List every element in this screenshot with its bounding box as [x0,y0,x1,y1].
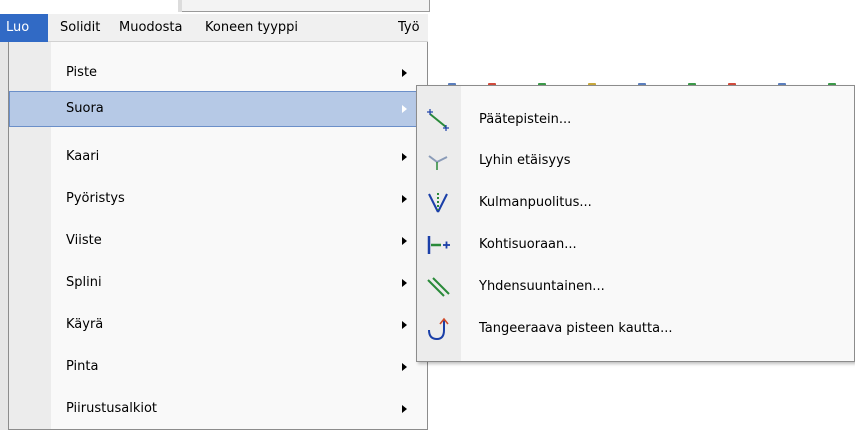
submenu-item-label: Tangeeraava pisteen kautta... [479,321,673,336]
background-divider [178,0,182,12]
shortest-distance-icon [425,148,451,174]
menu-bar: Luo Solidit Muodosta Koneen tyyppi Työ [0,14,428,42]
tangent-through-point-icon [425,316,451,342]
background-left-edge [0,42,8,430]
menu-item-pinta[interactable]: Pinta [9,349,427,385]
submenu-arrow-icon [402,153,407,161]
menu-koneen-tyyppi[interactable]: Koneen tyyppi [205,14,298,42]
submenu-item-label: Kulmanpuolitus... [479,195,592,210]
submenu-item-label: Yhdensuuntainen... [479,279,605,294]
menu-solidit[interactable]: Solidit [60,14,100,42]
submenu-item-label: Lyhin etäisyys [479,153,571,168]
menu-item-label: Piirustusalkiot [66,401,158,416]
menu-item-label: Suora [66,101,104,116]
menu-item-splini[interactable]: Splini [9,265,427,301]
background-toolbar-fragment [178,0,430,12]
perpendicular-line-icon [425,232,451,258]
submenu-arrow-icon [402,363,407,371]
menu-item-label: Käyrä [66,317,104,332]
submenu-arrow-icon [402,321,407,329]
menu-item-label: Kaari [66,149,100,164]
submenu-item-kulmanpuolitus[interactable]: Kulmanpuolitus... [417,181,854,225]
menu-item-pyoristys[interactable]: Pyöristys [9,181,427,217]
menu-item-label: Splini [66,275,102,290]
menu-item-kayra[interactable]: Käyrä [9,307,427,343]
submenu-arrow-icon [402,279,407,287]
menu-luo[interactable]: Luo [0,14,48,42]
submenu-item-tangeeraava[interactable]: Tangeeraava pisteen kautta... [417,307,854,351]
menu-item-suora[interactable]: Suora [9,91,427,127]
menu-item-label: Pyöristys [66,191,125,206]
menu-item-piste[interactable]: Piste [9,55,427,91]
parallel-line-icon [425,274,451,300]
submenu-item-lyhin-etaisyys[interactable]: Lyhin etäisyys [417,139,854,183]
submenu-arrow-icon [402,195,407,203]
menu-item-label: Viiste [66,233,102,248]
submenu-arrow-icon [402,237,407,245]
luo-dropdown-menu: Piste Suora Kaari Pyöristys Viiste Splin… [8,42,428,430]
menu-item-label: Piste [66,65,98,80]
menu-item-kaari[interactable]: Kaari [9,139,427,175]
menu-muodosta[interactable]: Muodosta [119,14,182,42]
menu-item-piirustusalkiot[interactable]: Piirustusalkiot [9,391,427,427]
submenu-item-label: Päätepistein... [479,112,572,127]
submenu-arrow-icon [402,405,407,413]
submenu-item-kohtisuoraan[interactable]: Kohtisuoraan... [417,223,854,267]
menu-item-label: Pinta [66,359,99,374]
submenu-arrow-icon [402,105,407,113]
submenu-item-label: Kohtisuoraan... [479,237,577,252]
endpoints-line-icon [425,107,451,133]
submenu-item-paatepistein[interactable]: Päätepistein... [417,98,854,142]
submenu-arrow-icon [402,69,407,77]
submenu-item-yhdensuuntainen[interactable]: Yhdensuuntainen... [417,265,854,309]
menu-item-viiste[interactable]: Viiste [9,223,427,259]
angle-bisector-icon [425,190,451,216]
menu-tyo[interactable]: Työ [398,14,428,42]
suora-submenu: Päätepistein... Lyhin etäisyys Kulmanpuo… [416,85,855,362]
